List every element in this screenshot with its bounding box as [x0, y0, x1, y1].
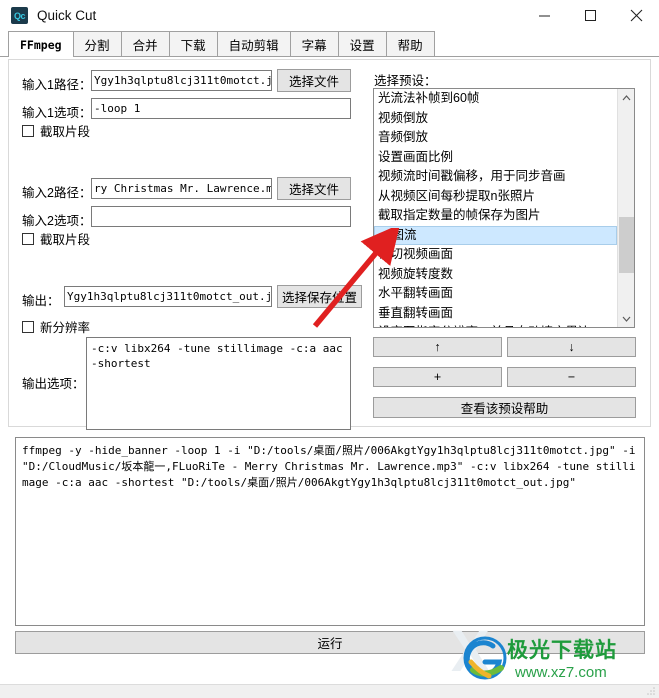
- preset-item[interactable]: 垂直翻转画面: [374, 304, 617, 324]
- close-button[interactable]: [613, 0, 659, 31]
- clip2-checkbox[interactable]: [22, 232, 34, 245]
- input2-options-input[interactable]: [91, 206, 351, 227]
- preset-scrollbar[interactable]: [617, 89, 634, 327]
- preset-item[interactable]: 设置画面比例: [374, 148, 617, 168]
- input1-path-label: 输入1路径：: [22, 78, 92, 92]
- output-options-textarea[interactable]: -c:v libx264 -tune stillimage -c:a aac -…: [86, 337, 351, 430]
- scroll-up-icon[interactable]: [618, 89, 634, 106]
- clip1-checkbox-row[interactable]: 截取片段: [22, 121, 90, 140]
- input1-path-input[interactable]: Ygy1h3qlptu8lcj311t0motct.jpg: [91, 70, 272, 91]
- preset-item[interactable]: 音频倒放: [374, 128, 617, 148]
- input1-browse-button[interactable]: 选择文件: [277, 69, 351, 92]
- new-resolution-checkbox-row[interactable]: 新分辨率: [22, 317, 90, 336]
- preset-item[interactable]: 设定至指定分辨率，并且自动填充黑边: [374, 323, 617, 327]
- tab-bar: FFmpeg 分割 合并 下载 自动剪辑 字幕 设置 帮助: [0, 31, 659, 57]
- preset-help-button[interactable]: 查看该预设帮助: [373, 397, 636, 418]
- ffmpeg-panel: 输入1路径： Ygy1h3qlptu8lcj311t0motct.jpg 选择文…: [0, 57, 659, 432]
- input1-options-input[interactable]: -loop 1: [91, 98, 351, 119]
- preset-move-up-button[interactable]: ↑: [373, 337, 502, 357]
- scroll-down-icon[interactable]: [618, 310, 634, 327]
- preset-item[interactable]: 从视频区间每秒提取n张照片: [374, 187, 617, 207]
- output-label: 输出：: [22, 294, 60, 308]
- output-path-input[interactable]: Ygy1h3qlptu8lcj311t0motct_out.jpg: [64, 286, 272, 307]
- tab-subtitle[interactable]: 字幕: [289, 31, 339, 56]
- window-titlebar: Qc Quick Cut: [0, 0, 659, 31]
- preset-remove-button[interactable]: −: [507, 367, 636, 387]
- tab-help[interactable]: 帮助: [385, 31, 435, 56]
- tab-settings[interactable]: 设置: [337, 31, 387, 56]
- scrollbar-thumb[interactable]: [619, 217, 634, 273]
- maximize-button[interactable]: [567, 0, 613, 31]
- window-title: Quick Cut: [37, 8, 97, 23]
- preset-items: 光流法补帧到60帧 视频倒放 音频倒放 设置画面比例 视频流时间戳偏移，用于同步…: [374, 89, 617, 327]
- minimize-button[interactable]: [521, 0, 567, 31]
- input2-path-input[interactable]: ry Christmas Mr. Lawrence.mp3: [91, 178, 272, 199]
- preset-list-label: 选择预设：: [374, 74, 437, 88]
- tab-merge[interactable]: 合并: [120, 31, 170, 56]
- preset-add-button[interactable]: +: [373, 367, 502, 387]
- preset-item[interactable]: 视频旋转度数: [374, 265, 617, 285]
- preset-item[interactable]: 光流法补帧到60帧: [374, 89, 617, 109]
- preset-item[interactable]: 水平翻转画面: [374, 284, 617, 304]
- clip2-label: 截取片段: [40, 233, 91, 247]
- input2-options-label: 输入2选项：: [22, 214, 92, 228]
- clip1-checkbox[interactable]: [22, 124, 34, 137]
- tab-ffmpeg[interactable]: FFmpeg: [8, 31, 74, 57]
- preset-item-selected[interactable]: 一图流: [374, 225, 617, 245]
- preset-listbox[interactable]: 光流法补帧到60帧 视频倒放 音频倒放 设置画面比例 视频流时间戳偏移，用于同步…: [373, 88, 635, 328]
- window-controls: [521, 0, 659, 31]
- run-button[interactable]: 运行: [15, 631, 645, 654]
- clip2-checkbox-row[interactable]: 截取片段: [22, 229, 90, 248]
- watermark-url: www.xz7.com: [515, 664, 607, 681]
- preset-item[interactable]: 视频流时间戳偏移，用于同步音画: [374, 167, 617, 187]
- resize-grip-icon[interactable]: [646, 686, 656, 696]
- preset-item[interactable]: 视频倒放: [374, 109, 617, 129]
- preset-move-down-button[interactable]: ↓: [507, 337, 636, 357]
- new-resolution-checkbox[interactable]: [22, 320, 34, 333]
- status-bar: [0, 684, 659, 698]
- tab-download[interactable]: 下载: [168, 31, 218, 56]
- command-preview-textarea[interactable]: ffmpeg -y -hide_banner -loop 1 -i "D:/to…: [15, 437, 645, 626]
- tab-auto-edit[interactable]: 自动剪辑: [216, 31, 291, 56]
- new-resolution-label: 新分辨率: [40, 321, 91, 335]
- app-icon: Qc: [11, 7, 28, 24]
- output-options-label: 输出选项：: [22, 377, 85, 391]
- input2-browse-button[interactable]: 选择文件: [277, 177, 351, 200]
- input2-path-label: 输入2路径：: [22, 186, 92, 200]
- tab-split[interactable]: 分割: [72, 31, 122, 56]
- preset-item[interactable]: 裁切视频画面: [374, 245, 617, 265]
- input1-options-label: 输入1选项：: [22, 106, 92, 120]
- preset-item[interactable]: 截取指定数量的帧保存为图片: [374, 206, 617, 226]
- output-browse-button[interactable]: 选择保存位置: [277, 285, 362, 308]
- clip1-label: 截取片段: [40, 125, 91, 139]
